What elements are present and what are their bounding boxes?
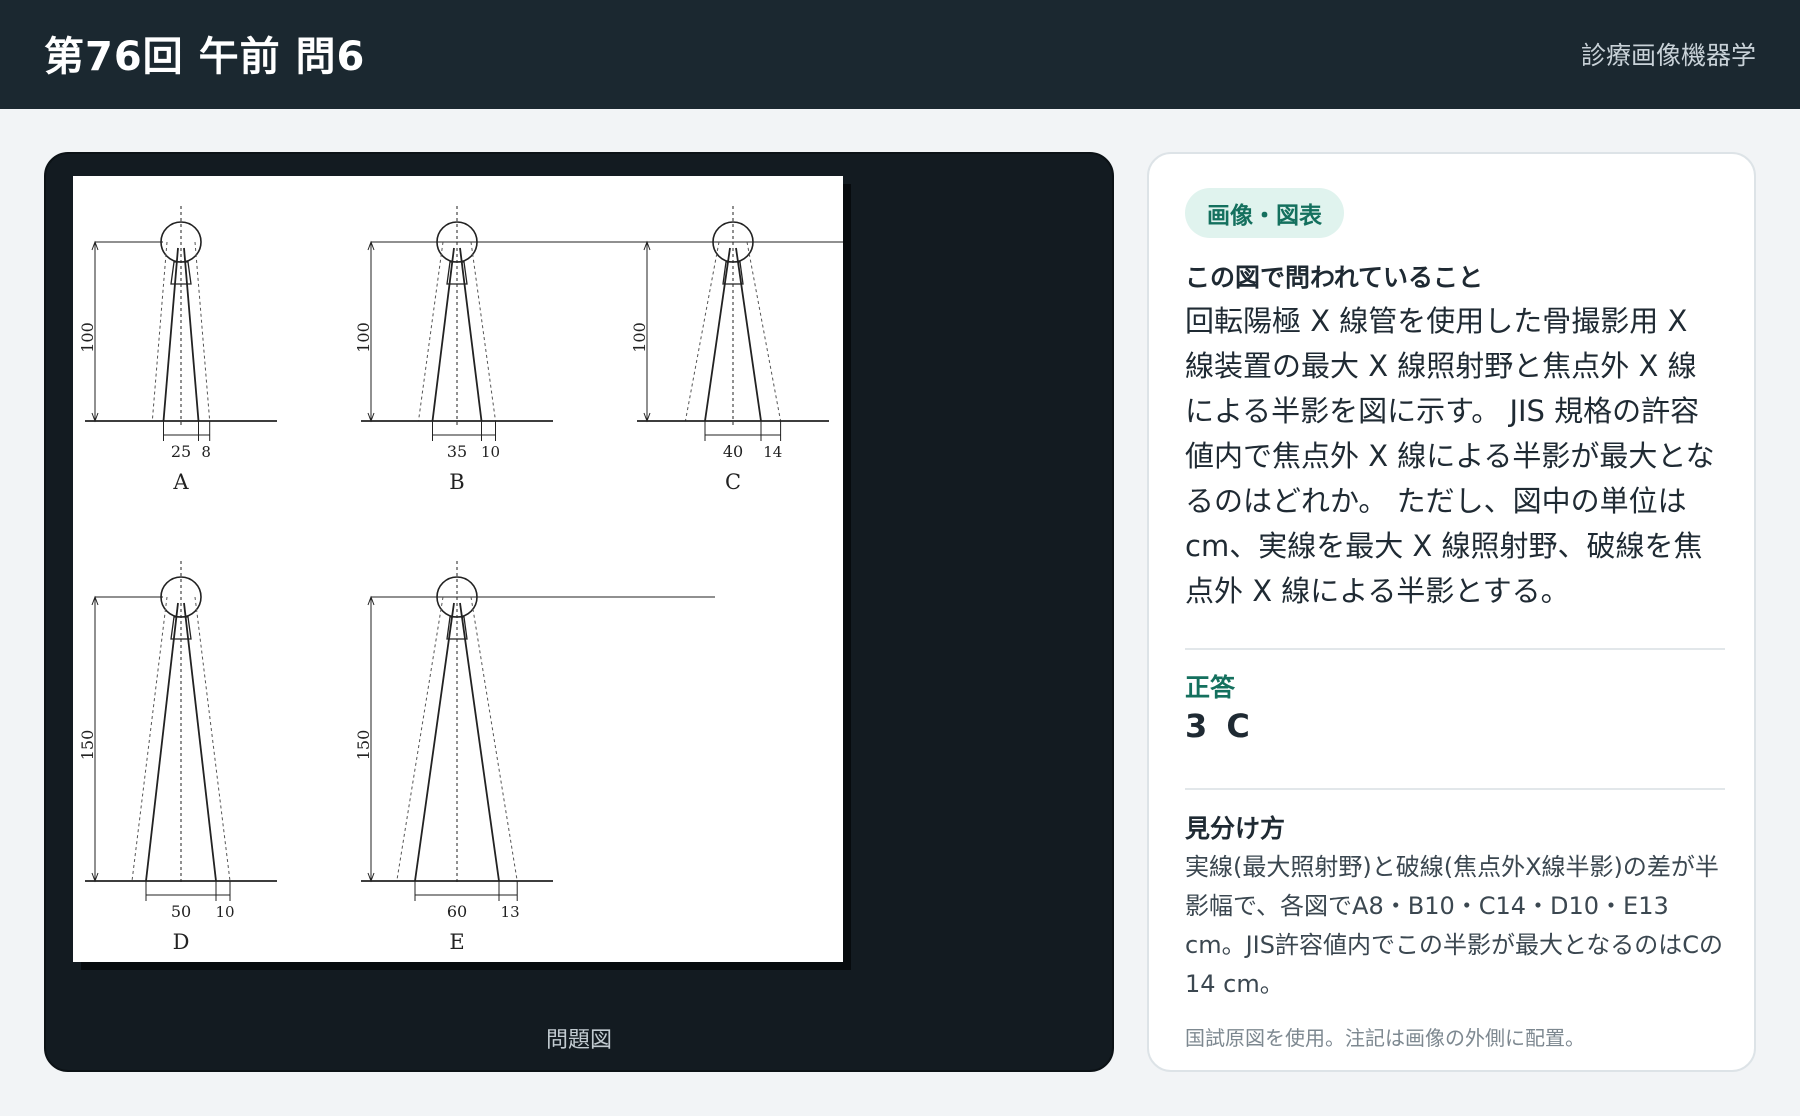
panel-label: A [172, 470, 189, 494]
penumbra-line-right [470, 596, 518, 882]
height-label: 150 [354, 730, 373, 761]
field-line-left [414, 602, 455, 882]
info-card: 画像・図表 この図で問われていること 回転陽極 X 線管を使用した骨撮影用 X … [1147, 152, 1756, 1072]
figure-diagram: 100 25 8A 100 35 10 B 100 40 14 C 150 50 10 D 150 60 13 E [78, 206, 843, 954]
penumbra-label: 10 [215, 903, 234, 921]
field-line-left [431, 247, 455, 422]
penumbra-line-right [746, 241, 782, 422]
height-label: 100 [78, 322, 97, 353]
penumbra-label: 14 [763, 443, 782, 461]
category-badge: 画像・図表 [1185, 188, 1344, 238]
field-label: 35 [447, 442, 467, 461]
penumbra-line-left [418, 241, 444, 422]
height-label: 100 [354, 322, 373, 353]
explain-text: 実線(最大照射野)と破線(焦点外X線半影)の差が半影幅で、各図でA8・B10・C… [1185, 853, 1724, 998]
field-label: 60 [447, 902, 467, 921]
panel-label: C [725, 470, 741, 494]
field-label: 40 [723, 442, 743, 461]
field-line-left [704, 247, 731, 422]
penumbra-line-left [396, 596, 444, 882]
field-line-right [459, 602, 500, 882]
figure-caption: 問題図 [545, 1028, 612, 1053]
field-line-right [735, 247, 762, 422]
explain-label: 見分け方 [1185, 814, 1286, 843]
penumbra-line-left [684, 241, 720, 422]
field-line-right [459, 247, 483, 422]
field-label: 25 [171, 442, 191, 461]
page-title: 第76回 午前 問6 [44, 34, 366, 80]
answer-value: 3 C [1185, 707, 1254, 745]
field-label: 50 [171, 902, 191, 921]
field-line-right [183, 602, 217, 882]
panel-label: D [173, 930, 190, 954]
figure-panel: 100 25 8 A 100 35 10 B 100 40 14 C 150 50 10 D 150 60 13 E … [44, 152, 1114, 1072]
divider [1185, 648, 1725, 650]
penumbra-line-left [151, 241, 168, 422]
panel-label: E [449, 930, 464, 954]
panel-label: B [449, 470, 464, 494]
answer-label: 正答 [1185, 673, 1236, 702]
divider [1185, 788, 1725, 790]
penumbra-label: 13 [501, 903, 520, 921]
field-line-right [183, 247, 200, 422]
problem-figure: 100 25 8 A 100 35 10 B 100 40 14 C 150 50 10 D 150 60 13 E [73, 176, 843, 962]
question-label: この図で問われていること [1185, 263, 1484, 292]
question-text: 回転陽極 X 線管を使用した骨撮影用 X 線装置の最大 X 線照射野と焦点外 X… [1185, 304, 1715, 608]
height-label: 150 [78, 730, 97, 761]
footnote: 国試原図を使用。注記は画像の外側に配置。 [1185, 1026, 1585, 1050]
subject-label: 診療画像機器学 [1580, 41, 1756, 70]
penumbra-label: 10 [481, 443, 500, 461]
field-line-left [162, 247, 179, 422]
penumbra-line-right [470, 241, 496, 422]
height-label: 100 [630, 322, 649, 353]
header-bar: 第76回 午前 問6 診療画像機器学 [0, 0, 1800, 109]
field-line-left [145, 602, 179, 882]
penumbra-label: 8 [201, 443, 211, 461]
penumbra-line-right [194, 241, 211, 422]
